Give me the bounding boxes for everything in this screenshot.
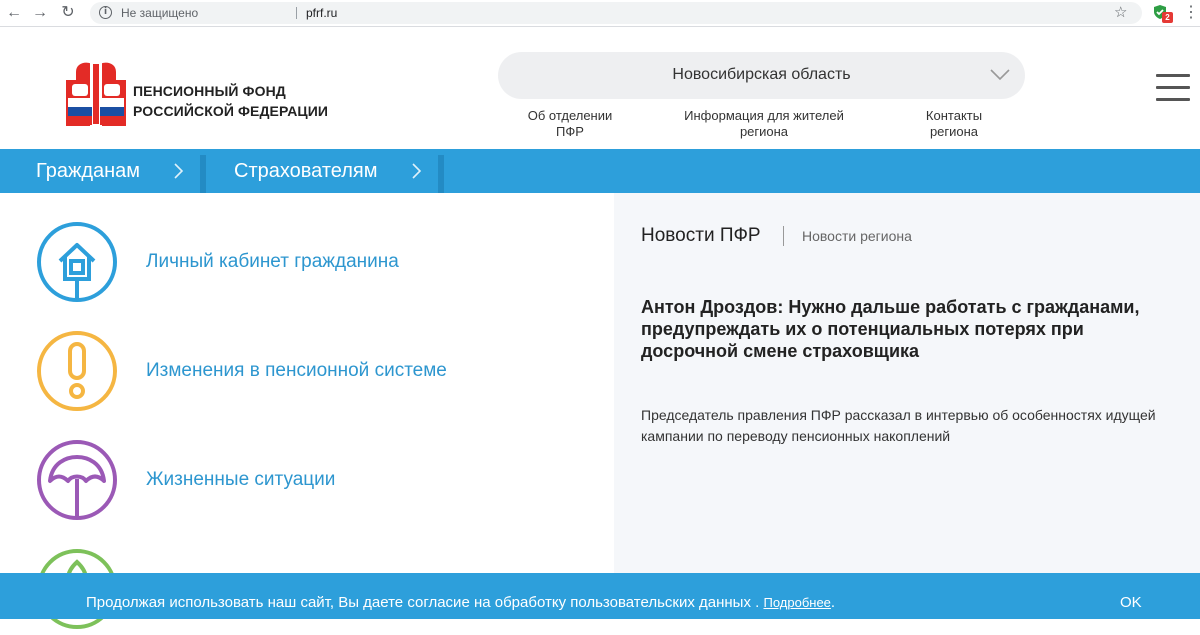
news-summary: Председатель правления ПФР рассказал в и… bbox=[641, 405, 1181, 447]
nav-divider bbox=[438, 155, 444, 193]
tab-separator bbox=[783, 226, 784, 246]
nav-item-insurers[interactable]: Страхователям bbox=[234, 149, 377, 193]
hamburger-menu-icon[interactable] bbox=[1156, 74, 1190, 102]
link-about-branch-line2: ПФР bbox=[510, 124, 630, 140]
tab-pfr-news[interactable]: Новости ПФР bbox=[641, 225, 761, 247]
chevron-right-icon bbox=[174, 163, 184, 179]
exclamation-icon[interactable] bbox=[36, 330, 118, 412]
back-arrow-icon[interactable]: ← bbox=[4, 3, 24, 23]
browser-toolbar: ← → ↻ i Не защищено pfrf.ru ☆ 2 ⋮ bbox=[0, 0, 1200, 27]
service-life-situations[interactable]: Жизненные ситуации bbox=[146, 469, 335, 491]
umbrella-icon[interactable] bbox=[36, 439, 118, 521]
tab-region-news[interactable]: Новости региона bbox=[802, 228, 912, 244]
cookie-ok-button[interactable]: OK bbox=[1120, 594, 1142, 611]
logo-text-line1: ПЕНСИОННЫЙ ФОНД bbox=[133, 81, 328, 101]
service-pension-changes[interactable]: Изменения в пенсионной системе bbox=[146, 360, 447, 382]
nav-item-citizens[interactable]: Гражданам bbox=[36, 149, 140, 193]
link-region-contacts-line1: Контакты bbox=[904, 108, 1004, 124]
cookie-more-link[interactable]: Подробнее bbox=[763, 595, 830, 610]
chevron-down-icon[interactable] bbox=[990, 69, 1010, 81]
cookie-suffix: . bbox=[831, 594, 835, 611]
news-panel: Новости ПФР Новости региона Антон Дроздо… bbox=[614, 193, 1200, 573]
forward-arrow-icon[interactable]: → bbox=[30, 3, 50, 23]
site-header: ПЕНСИОННЫЙ ФОНД РОССИЙСКОЙ ФЕДЕРАЦИИ Нов… bbox=[0, 28, 1200, 149]
extension-badge: 2 bbox=[1162, 12, 1173, 23]
nav-divider bbox=[200, 155, 206, 193]
cookie-banner: Продолжая использовать наш сайт, Вы дает… bbox=[0, 573, 1200, 619]
extension-shield-icon[interactable]: 2 bbox=[1152, 4, 1170, 22]
url-text[interactable]: pfrf.ru bbox=[306, 6, 337, 20]
service-personal-account[interactable]: Личный кабинет гражданина bbox=[146, 251, 399, 273]
address-separator bbox=[296, 7, 297, 19]
services-list: Личный кабинет гражданина Изменения в пе… bbox=[0, 193, 614, 573]
link-region-contacts-line2: региона bbox=[904, 124, 1004, 140]
region-select-value: Новосибирская область bbox=[498, 66, 1025, 84]
link-residents-info[interactable]: Информация для жителей региона bbox=[670, 108, 858, 140]
main-nav: Гражданам Страхователям bbox=[0, 149, 1200, 193]
address-bar[interactable]: i Не защищено pfrf.ru ☆ bbox=[90, 2, 1142, 24]
pfr-logo-icon[interactable] bbox=[62, 58, 130, 128]
link-about-branch-line1: Об отделении bbox=[510, 108, 630, 124]
logo-text[interactable]: ПЕНСИОННЫЙ ФОНД РОССИЙСКОЙ ФЕДЕРАЦИИ bbox=[133, 81, 328, 121]
house-icon[interactable] bbox=[36, 221, 118, 303]
cookie-message: Продолжая использовать наш сайт, Вы дает… bbox=[86, 594, 835, 611]
link-region-contacts[interactable]: Контакты региона bbox=[904, 108, 1004, 140]
info-icon[interactable]: i bbox=[99, 6, 112, 19]
cookie-text: Продолжая использовать наш сайт, Вы дает… bbox=[86, 594, 759, 611]
link-residents-info-line1: Информация для жителей bbox=[670, 108, 858, 124]
logo-text-line2: РОССИЙСКОЙ ФЕДЕРАЦИИ bbox=[133, 101, 328, 121]
region-select[interactable]: Новосибирская область bbox=[498, 52, 1025, 99]
link-residents-info-line2: региона bbox=[670, 124, 858, 140]
reload-icon[interactable]: ↻ bbox=[58, 3, 78, 23]
chevron-right-icon bbox=[412, 163, 422, 179]
bookmark-star-icon[interactable]: ☆ bbox=[1114, 3, 1127, 21]
security-status: Не защищено bbox=[121, 6, 198, 20]
kebab-menu-icon[interactable]: ⋮ bbox=[1183, 4, 1199, 22]
link-about-branch[interactable]: Об отделении ПФР bbox=[510, 108, 630, 140]
news-headline[interactable]: Антон Дроздов: Нужно дальше работать с г… bbox=[641, 296, 1181, 362]
